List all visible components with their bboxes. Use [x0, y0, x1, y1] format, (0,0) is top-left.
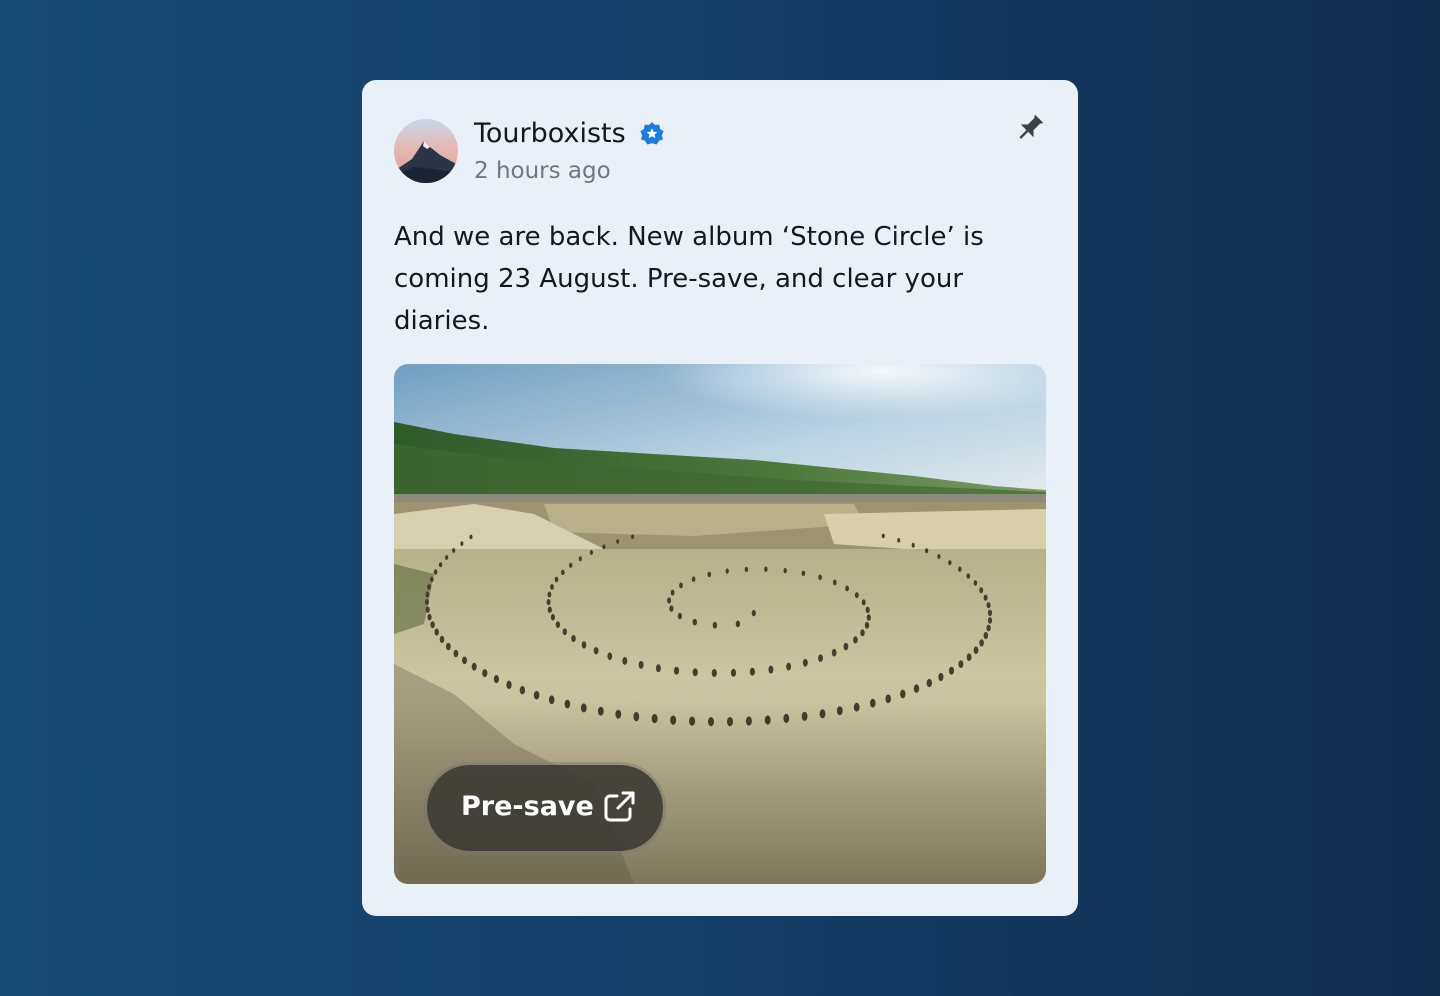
author-name[interactable]: Tourboxists — [474, 117, 626, 151]
post-text-line: coming 23 August. Pre-save, and clear yo… — [394, 264, 964, 294]
mountain-avatar-icon — [394, 119, 458, 183]
post-text-line: diaries. — [394, 306, 490, 336]
post-timestamp: 2 hours ago — [474, 158, 611, 184]
post-body: And we are back. New album ‘Stone Circle… — [394, 216, 1034, 342]
post-media[interactable]: Pre-save — [394, 364, 1046, 884]
pin-icon[interactable] — [1012, 110, 1048, 146]
presave-button[interactable]: Pre-save — [427, 765, 663, 851]
author-avatar[interactable] — [394, 119, 458, 183]
post-text-line: And we are back. New album ‘Stone Circle… — [394, 222, 984, 252]
external-link-icon — [604, 791, 635, 822]
presave-label: Pre-save — [461, 791, 594, 822]
post-card: Tourboxists 2 hours ago And we are back.… — [362, 80, 1078, 916]
verified-badge-icon — [640, 122, 664, 145]
